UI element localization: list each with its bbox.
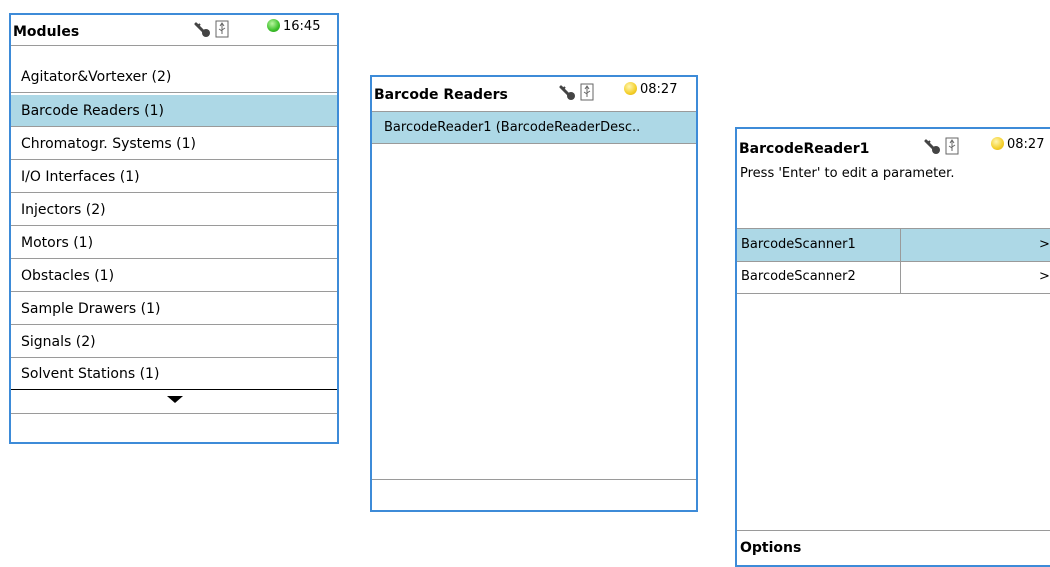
table-row[interactable]: BarcodeScanner2 > xyxy=(737,261,1050,294)
footer-divider xyxy=(372,479,696,480)
status-led-icon xyxy=(991,137,1004,150)
modules-header: Modules 16:45 xyxy=(11,15,337,46)
clock: 16:45 xyxy=(267,19,320,34)
list-item[interactable]: Motors (1) xyxy=(11,227,337,259)
barcode-readers-header: Barcode Readers 08:27 xyxy=(372,77,696,112)
list-item-label: Sample Drawers (1) xyxy=(21,301,161,317)
modules-panel: Modules 16:45 Agitator&Vortexer (2) Barc… xyxy=(9,13,339,444)
status-led-icon xyxy=(624,82,637,95)
barcode-reader1-header: BarcodeReader1 08:27 xyxy=(737,129,1050,165)
barcode-reader1-panel: BarcodeReader1 08:27 Press 'Enter' to ed… xyxy=(735,127,1050,567)
list-item[interactable]: I/O Interfaces (1) xyxy=(11,161,337,193)
list-item-label: Obstacles (1) xyxy=(21,268,115,284)
column-divider xyxy=(900,261,901,293)
scroll-down-button[interactable] xyxy=(11,391,337,414)
usb-icon xyxy=(945,137,959,155)
time-label: 08:27 xyxy=(1007,137,1045,152)
param-name: BarcodeScanner1 xyxy=(741,237,856,252)
options-softkey[interactable]: Options xyxy=(737,530,1050,561)
status-led-icon xyxy=(267,19,280,32)
page-title: Modules xyxy=(13,24,80,40)
column-divider xyxy=(900,229,901,261)
clock: 08:27 xyxy=(991,137,1044,152)
table-row[interactable]: BarcodeScanner1 > xyxy=(737,228,1050,262)
list-item-label: Solvent Stations (1) xyxy=(21,366,160,382)
page-title: BarcodeReader1 xyxy=(739,141,870,157)
clock: 08:27 xyxy=(624,82,677,97)
page-title: Barcode Readers xyxy=(374,87,508,103)
list-item-label: Injectors (2) xyxy=(21,202,106,218)
usb-icon xyxy=(215,20,229,38)
list-item[interactable]: Solvent Stations (1) xyxy=(11,358,337,390)
list-item-label: Signals (2) xyxy=(21,334,96,350)
hint-text: Press 'Enter' to edit a parameter. xyxy=(740,166,955,181)
usb-icon xyxy=(580,83,594,101)
list-item-label: Barcode Readers (1) xyxy=(21,103,164,119)
list-item-label: Chromatogr. Systems (1) xyxy=(21,136,196,152)
list-item-label: Agitator&Vortexer (2) xyxy=(21,69,172,85)
options-label: Options xyxy=(740,540,802,556)
list-item-label: Motors (1) xyxy=(21,235,94,251)
barcode-readers-panel: Barcode Readers 08:27 BarcodeReader1 (Ba… xyxy=(370,75,698,512)
key-icon xyxy=(559,85,575,100)
list-item[interactable]: Agitator&Vortexer (2) xyxy=(11,61,337,93)
list-item-label: BarcodeReader1 (BarcodeReaderDesc.. xyxy=(384,120,641,135)
param-value[interactable]: > xyxy=(1039,261,1050,293)
time-label: 16:45 xyxy=(283,19,321,34)
param-value[interactable]: > xyxy=(1039,229,1050,261)
list-item[interactable]: Injectors (2) xyxy=(11,194,337,226)
list-item[interactable]: Sample Drawers (1) xyxy=(11,293,337,325)
list-item-label: I/O Interfaces (1) xyxy=(21,169,140,185)
time-label: 08:27 xyxy=(640,82,678,97)
list-item[interactable]: Signals (2) xyxy=(11,326,337,358)
list-item[interactable]: BarcodeReader1 (BarcodeReaderDesc.. xyxy=(372,112,696,144)
key-icon xyxy=(194,22,210,37)
list-item[interactable]: Chromatogr. Systems (1) xyxy=(11,128,337,160)
list-item[interactable]: Obstacles (1) xyxy=(11,260,337,292)
list-item[interactable]: Barcode Readers (1) xyxy=(11,95,337,127)
param-name: BarcodeScanner2 xyxy=(741,269,856,284)
triangle-down-icon xyxy=(167,396,183,403)
key-icon xyxy=(924,139,940,154)
